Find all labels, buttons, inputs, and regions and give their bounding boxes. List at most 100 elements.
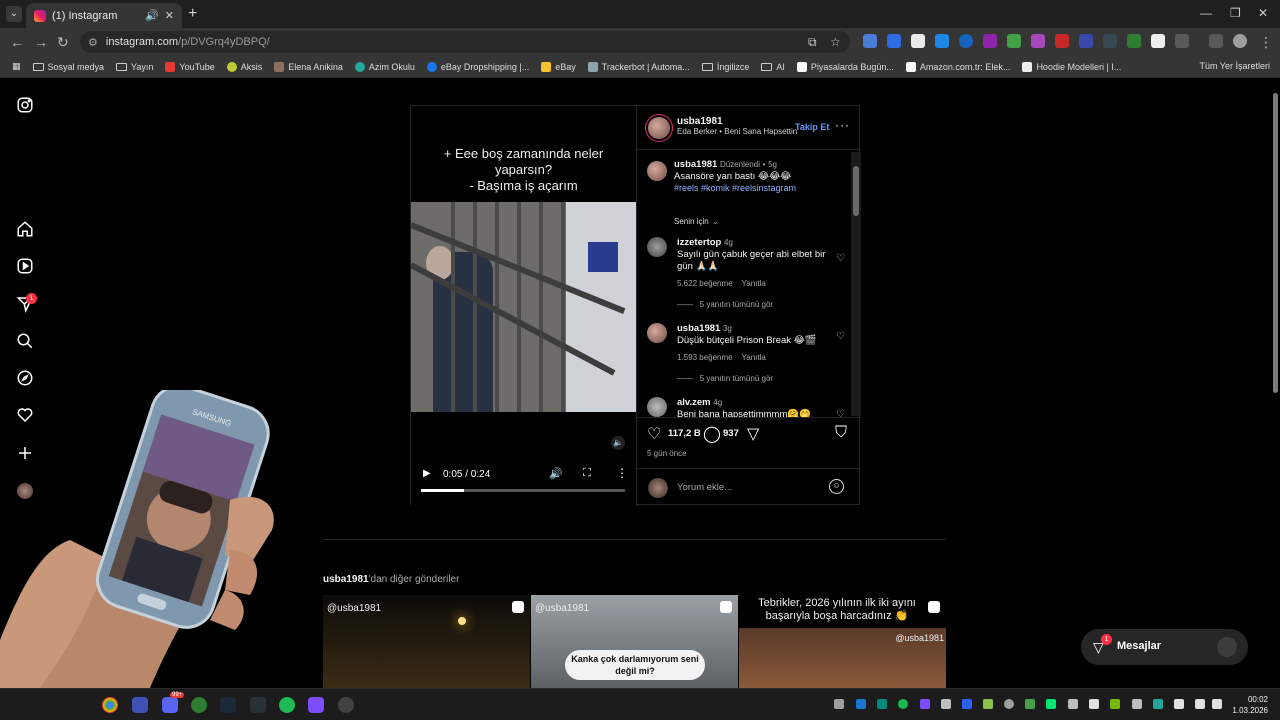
bookmark-item[interactable]: AI xyxy=(755,62,791,72)
back-icon[interactable]: ← xyxy=(10,34,24,50)
extension-icon[interactable] xyxy=(911,34,925,48)
bluetooth-icon[interactable] xyxy=(962,699,972,709)
caption-username[interactable]: usba1981 xyxy=(674,159,717,170)
bookmark-item[interactable]: eBay xyxy=(535,61,582,72)
network-icon[interactable] xyxy=(1195,699,1205,709)
like-count[interactable]: 117,2 B xyxy=(668,428,701,439)
like-heart-icon[interactable]: ♡ xyxy=(647,424,661,444)
extensions-puzzle-icon[interactable] xyxy=(1175,34,1189,48)
tray-icon[interactable] xyxy=(1046,699,1056,709)
like-comment-icon[interactable]: ♡ xyxy=(836,253,845,264)
fullscreen-icon[interactable]: ⛶ xyxy=(583,467,591,480)
comments-scrollbar[interactable] xyxy=(851,152,861,416)
bookmark-item[interactable]: Elena Anikina xyxy=(268,61,349,72)
tab-audio-icon[interactable]: 🔊 xyxy=(145,9,159,22)
extension-icon[interactable] xyxy=(1007,34,1021,48)
tray-icon[interactable] xyxy=(920,699,930,709)
follow-button[interactable]: Takip Et xyxy=(795,122,829,132)
all-bookmarks[interactable]: Tüm Yer İşaretleri xyxy=(1195,61,1270,71)
author-avatar[interactable] xyxy=(647,161,667,181)
browser-tab-instagram[interactable]: (1) Instagram 🔊 ✕ xyxy=(26,3,182,28)
commenter-avatar[interactable] xyxy=(647,237,667,257)
forward-icon[interactable]: → xyxy=(34,34,48,50)
tray-icon[interactable] xyxy=(983,699,993,709)
post-thumbnail[interactable]: @usba1981 xyxy=(323,595,530,688)
comment-likes[interactable]: 5.622 beğenme xyxy=(677,279,733,288)
reply-button[interactable]: Yanıtla xyxy=(742,279,766,288)
discord-icon[interactable] xyxy=(162,697,178,713)
tray-icon[interactable] xyxy=(1025,699,1035,709)
extension-icon[interactable] xyxy=(983,34,997,48)
extension-icon[interactable] xyxy=(887,34,901,48)
extension-icon[interactable] xyxy=(1103,34,1117,48)
bookmark-item[interactable]: Trackerbot | Automa... xyxy=(582,61,696,72)
extension-icon[interactable] xyxy=(1079,34,1093,48)
comment-username[interactable]: alv.zem xyxy=(677,397,711,408)
bookmark-star-icon[interactable]: ☆ xyxy=(830,35,841,49)
share-icon[interactable]: ▽ xyxy=(747,424,759,444)
xbox-icon[interactable] xyxy=(191,697,207,713)
reels-icon[interactable] xyxy=(16,257,34,275)
bookmark-item[interactable]: eBay Dropshipping |... xyxy=(421,61,535,72)
instagram-logo-icon[interactable] xyxy=(16,96,34,114)
spotify-icon[interactable] xyxy=(279,697,295,713)
new-tab-button[interactable]: + xyxy=(188,6,197,22)
video-progress[interactable] xyxy=(421,489,625,492)
apps-grid-icon[interactable]: ▦ xyxy=(6,61,27,72)
commenter-avatar[interactable] xyxy=(647,397,667,417)
save-bookmark-icon[interactable]: ⛉ xyxy=(835,424,847,442)
view-replies-button[interactable]: 5 yanıtın tümünü gör xyxy=(700,374,773,383)
comment-icon[interactable]: ◯ xyxy=(703,424,721,444)
comment-username[interactable]: usba1981 xyxy=(677,323,720,334)
like-comment-icon[interactable]: ♡ xyxy=(836,331,845,342)
microphone-icon[interactable] xyxy=(1174,699,1184,709)
reel-video[interactable]: + Eee boş zamanında neler yaparsın? - Ba… xyxy=(411,106,636,506)
tray-icon[interactable] xyxy=(1089,699,1099,709)
reply-button[interactable]: Yanıtla xyxy=(742,353,766,362)
bookmark-item[interactable]: Azim Okulu xyxy=(349,61,421,72)
more-posts-user[interactable]: usba1981 xyxy=(323,574,369,585)
search-icon[interactable] xyxy=(16,332,34,350)
video-options-icon[interactable]: ⋮ xyxy=(616,466,628,480)
bookmark-item[interactable]: İngilizce xyxy=(696,62,756,72)
steam-icon[interactable] xyxy=(220,697,236,713)
post-thumbnail[interactable]: @usba1981 Kanka çok darlamıyorum seni de… xyxy=(531,595,738,688)
volume-icon[interactable]: 🔊 xyxy=(549,467,563,480)
maximize-icon[interactable]: ❐ xyxy=(1230,6,1241,20)
extension-icon[interactable] xyxy=(1127,34,1141,48)
author-avatar[interactable] xyxy=(648,117,670,139)
bookmark-item[interactable]: Sosyal medya xyxy=(27,62,111,72)
extension-icon[interactable] xyxy=(1151,34,1165,48)
bookmark-item[interactable]: Piyasalarda Bugün... xyxy=(791,61,900,72)
bookmark-item[interactable]: Hoodie Modelleri | I... xyxy=(1016,61,1127,72)
extension-icon[interactable] xyxy=(1055,34,1069,48)
author-username[interactable]: usba1981 xyxy=(677,116,797,127)
obs-icon[interactable] xyxy=(338,697,354,713)
terminal-icon[interactable] xyxy=(250,697,266,713)
extension-icon[interactable] xyxy=(935,34,949,48)
chrome-icon[interactable] xyxy=(102,697,118,713)
reading-list-icon[interactable] xyxy=(1209,34,1223,48)
home-icon[interactable] xyxy=(16,220,34,238)
post-options-icon[interactable]: ··· xyxy=(835,118,850,132)
close-tab-icon[interactable]: ✕ xyxy=(165,9,174,22)
sort-dropdown[interactable]: Senin için ⌄ xyxy=(674,213,851,227)
tray-icon[interactable] xyxy=(856,699,866,709)
page-scrollbar-thumb[interactable] xyxy=(1273,93,1278,393)
app-icon[interactable] xyxy=(132,697,148,713)
minimize-icon[interactable]: — xyxy=(1200,6,1212,20)
comment-username[interactable]: izzetertop xyxy=(677,237,721,248)
tray-icon[interactable] xyxy=(1153,699,1163,709)
app-icon[interactable] xyxy=(308,697,324,713)
tab-search-button[interactable]: ⌄ xyxy=(6,6,22,22)
mute-icon[interactable]: 🔈 xyxy=(611,436,625,450)
emoji-icon[interactable]: ☺ xyxy=(829,479,844,494)
bookmark-item[interactable]: YouTube xyxy=(159,61,220,72)
add-comment-input[interactable]: Yorum ekle... xyxy=(677,482,732,493)
explore-compass-icon[interactable] xyxy=(16,369,34,387)
play-icon[interactable]: ▶ xyxy=(423,468,431,479)
tray-icon[interactable] xyxy=(898,699,908,709)
reload-icon[interactable]: ↻ xyxy=(57,34,69,51)
tray-icon[interactable] xyxy=(1004,699,1014,709)
video-frame[interactable] xyxy=(411,202,636,412)
